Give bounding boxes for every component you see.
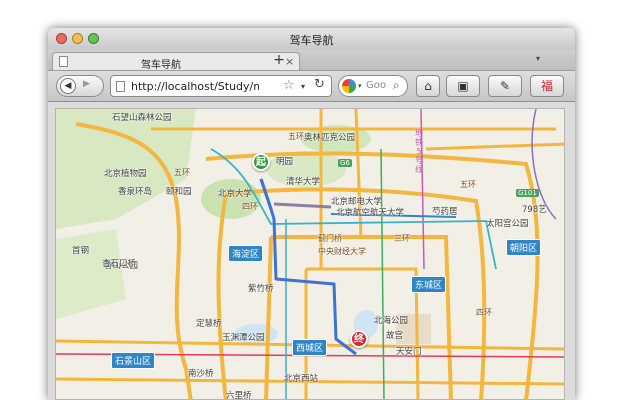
map-view[interactable]: 海淀区 西城区 东城区 朝阳区 石景山区 起 终 石望山森林公园 北京植物园 香… (55, 108, 565, 400)
edit-icon: ✎ (499, 79, 511, 93)
end-marker[interactable]: 终 (350, 330, 368, 348)
back-arrow-icon[interactable]: ◀ (60, 78, 76, 94)
url-input[interactable]: http://localhost/Study/mapa (131, 80, 259, 93)
map-label: 六里桥 (226, 391, 252, 400)
url-bar[interactable]: http://localhost/Study/mapa ☆ ▾ ↻ (110, 75, 332, 97)
new-tab-button[interactable]: + (266, 51, 292, 69)
search-bar[interactable]: ▾ Goo ⌕ (338, 75, 408, 97)
map-label: 北京西站 (284, 374, 319, 384)
forward-arrow-icon[interactable]: ▶ (83, 79, 90, 89)
map-label: 清华大学 (286, 177, 321, 187)
search-icon[interactable]: ⌕ (393, 78, 400, 93)
map-label: 798艺 (522, 205, 547, 215)
map-label: 北京航空航天大学 (336, 208, 405, 218)
map-label: 石望山森林公园 (112, 113, 172, 123)
fu-icon: 福 (540, 79, 553, 93)
road-label: 五环 (174, 168, 190, 177)
district-dongcheng: 东城区 (411, 276, 447, 293)
highway-shield-g6: G6 (338, 159, 352, 167)
search-engine-dropdown-icon[interactable]: ▾ (358, 82, 362, 90)
district-shijingshan: 石景山区 (111, 352, 156, 369)
map-label: 故宫 (386, 331, 404, 341)
page-icon (59, 56, 68, 67)
page-icon (116, 81, 125, 92)
map-label: 玉渊潭公园 (222, 333, 265, 343)
google-icon[interactable] (342, 79, 356, 93)
map-label: 紫竹桥 (248, 284, 274, 294)
bookmark-star-icon[interactable]: ☆ (283, 78, 295, 93)
tab-navigation[interactable]: 驾车导航 × (52, 52, 300, 71)
extension-button-2[interactable]: ✎ (488, 75, 522, 97)
home-button[interactable]: ⌂ (416, 75, 440, 97)
map-label: 颐和园 (166, 187, 192, 197)
map-label: 南沙桥 (188, 369, 214, 379)
title-bar: 驾车导航 (48, 28, 575, 50)
map-label: 芍药居 (432, 207, 458, 217)
start-marker[interactable]: 起 (252, 153, 270, 171)
map-label: 定慧桥 (196, 319, 222, 329)
navigation-toolbar: ◀ ▶ http://localhost/Study/mapa ☆ ▾ ↻ ▾ … (48, 71, 575, 102)
map-label: 奥林匹克公园 (304, 133, 356, 143)
road-label: 蓟门桥 (318, 234, 342, 243)
road-label: 五环 (460, 180, 476, 189)
reload-icon[interactable]: ↻ (314, 77, 325, 92)
road-label: 五环 (288, 132, 304, 141)
map-label: 太阳宫公园 (486, 219, 529, 229)
extension-button-1[interactable]: ▣ (446, 75, 480, 97)
back-forward-group: ◀ ▶ (56, 75, 104, 97)
road-label: 中央财经大学 (318, 247, 366, 256)
browser-window: 驾车导航 驾车导航 × + ▾ ◀ ▶ http://localhost/Stu… (48, 28, 575, 400)
map-label: 天安门 (396, 347, 422, 357)
map-label: 北京大学 (218, 189, 253, 199)
window-title: 驾车导航 (289, 34, 334, 47)
tab-bar: 驾车导航 × + ▾ (48, 50, 575, 71)
extension-icon: ▣ (457, 79, 469, 93)
search-input[interactable]: Goo (366, 80, 392, 91)
road-label: 四环 (242, 202, 258, 211)
map-label: 香泉环岛 (118, 187, 153, 197)
district-chaoyang: 朝阳区 (506, 239, 542, 256)
metro-line-label: 地铁5号线 (415, 129, 423, 174)
road-label: 三环 (394, 234, 410, 243)
home-icon: ⌂ (424, 79, 432, 93)
district-xicheng: 西城区 (292, 339, 328, 356)
tab-list-button[interactable]: ▾ (536, 54, 540, 63)
map-label: 北京植物园 (104, 169, 147, 179)
district-haidian: 海淀区 (228, 245, 264, 262)
map-label: 杏石口桥 (102, 259, 137, 269)
extension-button-3[interactable]: 福 (530, 75, 564, 97)
highway-shield-g101: G101 (516, 189, 539, 197)
tab-label: 驾车导航 (141, 60, 181, 71)
url-dropdown-icon[interactable]: ▾ (301, 82, 305, 91)
road-label: 四环 (476, 308, 492, 317)
map-label: 明园 (276, 157, 294, 167)
map-label: 首钢 (72, 246, 90, 256)
map-label: 北海公园 (374, 316, 409, 326)
